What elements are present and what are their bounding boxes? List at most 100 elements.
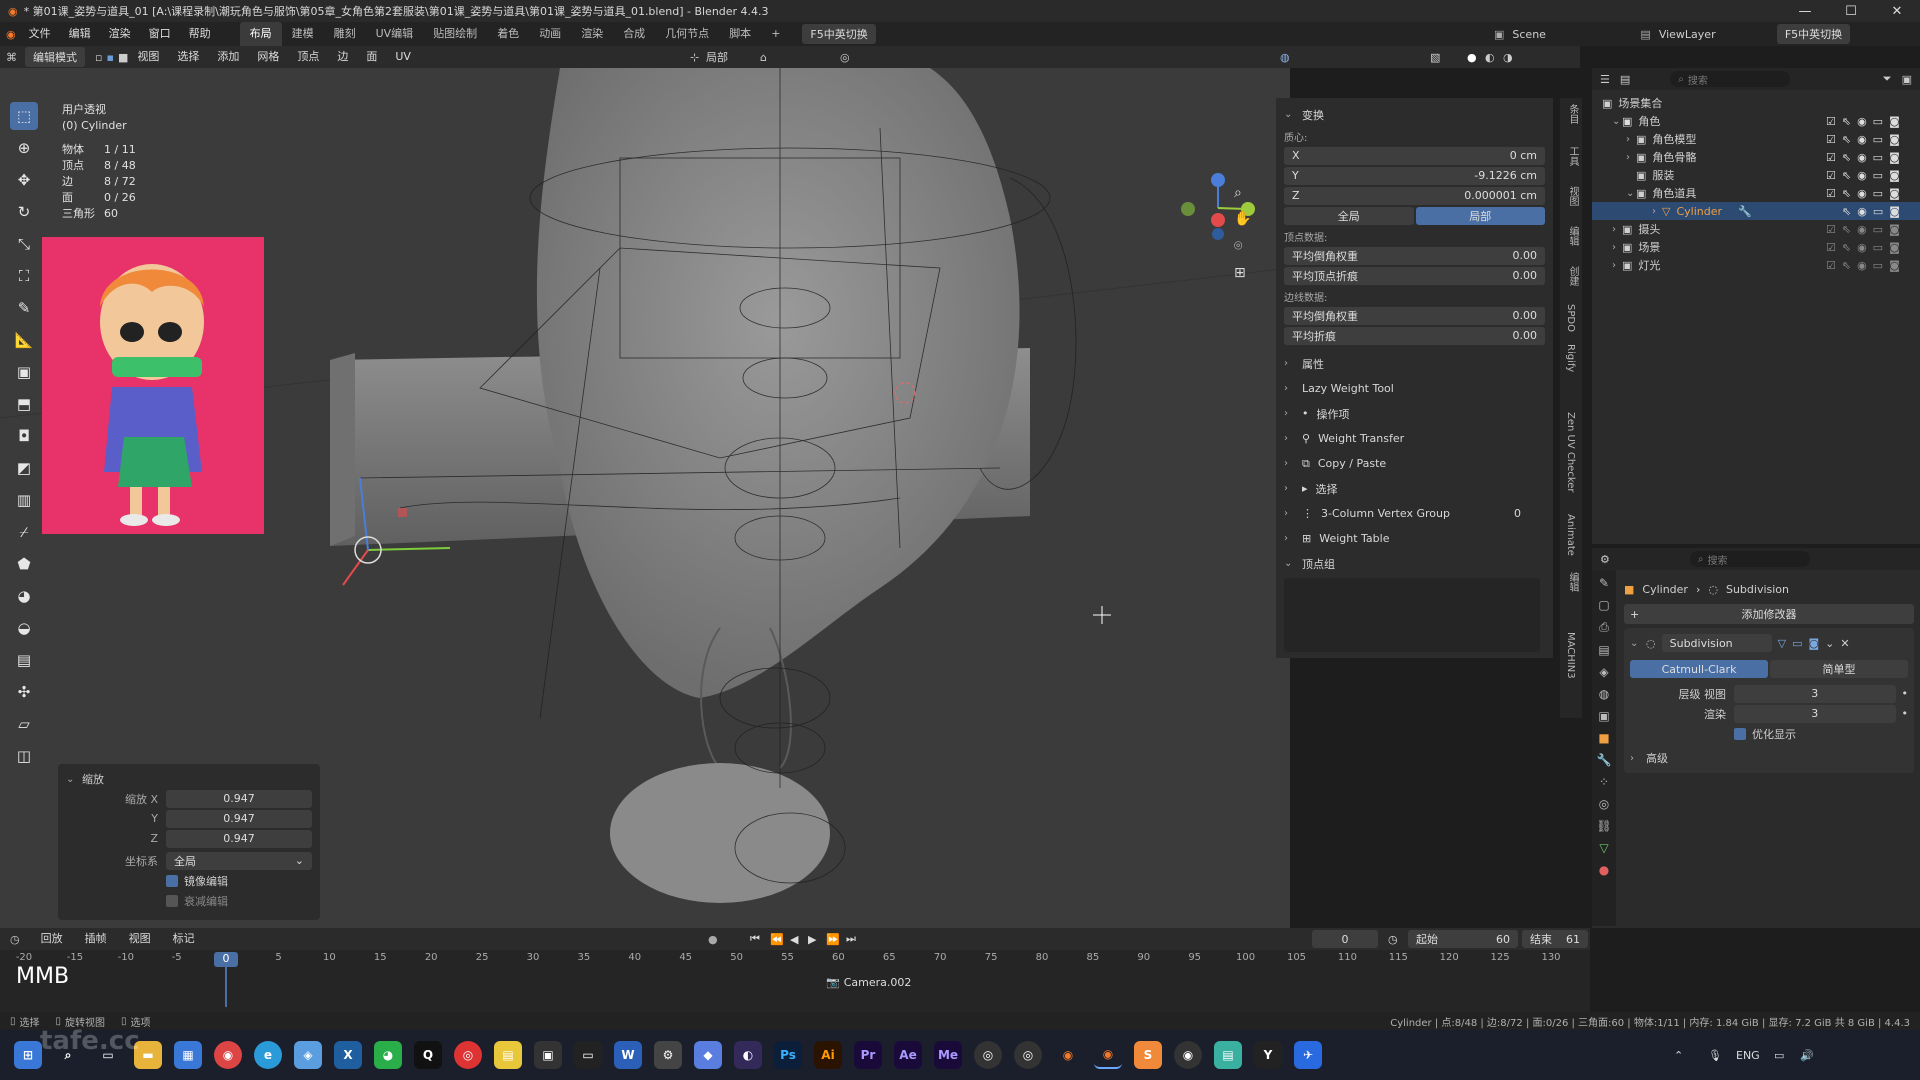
- timeline-menu-marker[interactable]: 标记: [164, 927, 204, 951]
- ime-toggle-button[interactable]: F5中英切换: [802, 24, 876, 44]
- workspace-tab-shading[interactable]: 着色: [487, 22, 529, 46]
- render-levels-field[interactable]: 3: [1734, 704, 1896, 723]
- transform-header[interactable]: 变换: [1302, 107, 1324, 123]
- close-icon[interactable]: ✕: [1840, 637, 1849, 650]
- minimize-icon[interactable]: —: [1782, 0, 1828, 22]
- terminal-icon[interactable]: ▭: [574, 1041, 602, 1069]
- filter-icon[interactable]: ⏷: [1883, 72, 1892, 86]
- row-toggles[interactable]: ⇖◉▭◙: [1842, 205, 1906, 218]
- annotate-icon[interactable]: ✎: [10, 294, 38, 322]
- chevron-right-icon[interactable]: ›: [1284, 433, 1294, 444]
- chrome2-icon[interactable]: ◉: [1174, 1041, 1202, 1069]
- tray-chevron-icon[interactable]: ⌃: [1674, 1049, 1683, 1062]
- tab-zen-uv[interactable]: Zen UV Checker: [1565, 412, 1576, 493]
- poly-build-icon[interactable]: ⬟: [10, 550, 38, 578]
- chevron-right-icon[interactable]: ›: [1284, 483, 1294, 494]
- outliner-row-lights[interactable]: › ▣ 灯光 ☑⇖◉▭◙: [1592, 256, 1920, 274]
- notepad-icon[interactable]: ▤: [1214, 1041, 1242, 1069]
- ime-toggle-button-right[interactable]: F5中英切换: [1776, 24, 1851, 44]
- move-icon[interactable]: ✥: [10, 166, 38, 194]
- edit-mode-icon[interactable]: ▽: [1778, 637, 1786, 650]
- notes-icon[interactable]: ▤: [494, 1041, 522, 1069]
- checkbox-checked-icon[interactable]: [1734, 727, 1746, 740]
- render-tab-icon[interactable]: ▢: [1598, 598, 1609, 612]
- mode-dropdown[interactable]: 编辑模式: [25, 47, 85, 67]
- outliner-search[interactable]: ⌕ 搜索: [1670, 71, 1791, 87]
- chevron-right-icon[interactable]: ›: [1612, 260, 1622, 271]
- add-workspace-icon[interactable]: +: [761, 22, 790, 46]
- shading-render-icon[interactable]: ◑: [1503, 51, 1513, 64]
- chevron-right-icon[interactable]: ›: [1612, 242, 1622, 253]
- pan-hand-icon[interactable]: ✋: [1234, 211, 1251, 227]
- scale-z-field[interactable]: 0.947: [166, 829, 312, 848]
- select-mode-vertex-icon[interactable]: ▫: [95, 51, 102, 64]
- tab-create[interactable]: 创建: [1565, 266, 1580, 286]
- world-tab-icon[interactable]: ◍: [1599, 687, 1609, 701]
- pivot-dropdown[interactable]: 局部: [706, 49, 728, 65]
- photoshop-icon[interactable]: Ps: [774, 1041, 802, 1069]
- vertex-crease-field[interactable]: 平均顶点折痕 0.00: [1284, 266, 1545, 285]
- spin-icon[interactable]: ◕: [10, 582, 38, 610]
- chevron-right-icon[interactable]: ›: [1284, 533, 1294, 544]
- tab-rigify[interactable]: Rigify: [1565, 344, 1576, 372]
- start-frame-field[interactable]: 起始 60: [1408, 930, 1518, 948]
- qq-icon[interactable]: Q: [414, 1041, 442, 1069]
- select-mode-edge-icon[interactable]: ▪: [106, 51, 113, 64]
- workspace-tab-uv[interactable]: UV编辑: [366, 22, 424, 46]
- shading-material-icon[interactable]: ◐: [1485, 51, 1495, 64]
- xray-icon[interactable]: ▧: [1430, 51, 1440, 64]
- row-toggles[interactable]: ☑⇖◉▭◙: [1826, 259, 1906, 272]
- vh-menu-vertex[interactable]: 顶点: [288, 45, 328, 69]
- viewport-display-icon[interactable]: ▭: [1792, 637, 1802, 650]
- after-effects-icon[interactable]: Ae: [894, 1041, 922, 1069]
- timeline-menu-view[interactable]: 视图: [120, 927, 160, 951]
- chevron-right-icon[interactable]: ›: [1626, 152, 1636, 163]
- transform-icon[interactable]: ⛶: [10, 262, 38, 290]
- obs-icon[interactable]: ◎: [974, 1041, 1002, 1069]
- modifier-name-field[interactable]: Subdivision: [1661, 634, 1772, 652]
- workspace-tab-sculpting[interactable]: 雕刻: [324, 22, 366, 46]
- obs2-icon[interactable]: ◎: [1014, 1041, 1042, 1069]
- tab-view[interactable]: 视图: [1565, 186, 1580, 206]
- modifier-tab-icon[interactable]: 🔧: [1597, 753, 1612, 767]
- chevron-down-icon[interactable]: ⌄: [1630, 638, 1640, 649]
- ortho-grid-icon[interactable]: ⊞: [1234, 265, 1246, 281]
- chevron-right-icon[interactable]: ›: [1284, 508, 1294, 519]
- windows-start-icon[interactable]: ⊞: [14, 1041, 42, 1069]
- record-icon[interactable]: ●: [708, 933, 718, 946]
- clock-icon[interactable]: ◷: [1388, 933, 1398, 946]
- timeline-menu-playback[interactable]: 回放: [32, 927, 72, 951]
- outliner-type-icon[interactable]: ☰: [1600, 73, 1610, 86]
- close-icon[interactable]: ✕: [1874, 0, 1920, 22]
- workspace-tab-geometry-nodes[interactable]: 几何节点: [655, 22, 719, 46]
- checkbox-checked-icon[interactable]: [166, 874, 178, 887]
- shading-solid-icon[interactable]: ●: [1467, 51, 1477, 64]
- chevron-right-icon[interactable]: ›: [1284, 458, 1294, 469]
- end-frame-field[interactable]: 结束 61: [1522, 930, 1588, 948]
- illustrator-icon[interactable]: Ai: [814, 1041, 842, 1069]
- chevron-right-icon[interactable]: ›: [1284, 358, 1294, 369]
- timeline-editor-icon[interactable]: ◷: [10, 933, 20, 946]
- section-weight-table[interactable]: Weight Table: [1319, 532, 1389, 545]
- row-toggles[interactable]: ☑⇖◉▭◙: [1826, 223, 1906, 236]
- vh-menu-uv[interactable]: UV: [386, 45, 420, 69]
- tab-tool[interactable]: 工具: [1565, 146, 1580, 166]
- overlay-icon[interactable]: ◍: [1280, 51, 1290, 64]
- collection-tab-icon[interactable]: ▣: [1598, 709, 1609, 723]
- select-mode-face-icon[interactable]: ■: [118, 51, 128, 64]
- tab-edit-2[interactable]: 编辑: [1565, 572, 1580, 592]
- settings-icon[interactable]: ⚙: [654, 1041, 682, 1069]
- outliner-row-props[interactable]: ⌄ ▣ 角色道具 ☑⇖◉▭◙: [1592, 184, 1920, 202]
- section-vertex-groups[interactable]: 顶点组: [1302, 556, 1335, 572]
- outliner-row-cylinder[interactable]: › ▽ Cylinder 🔧 ⇖◉▭◙: [1592, 202, 1920, 220]
- current-frame-field[interactable]: 0: [1312, 930, 1378, 948]
- row-toggles[interactable]: ☑⇖◉▭◙: [1826, 133, 1906, 146]
- simple-toggle[interactable]: 简单型: [1770, 660, 1908, 678]
- volume-icon[interactable]: 🔊: [1800, 1049, 1814, 1062]
- tab-machin3[interactable]: MACHIN3: [1565, 632, 1576, 679]
- add-cube-icon[interactable]: ▣: [10, 358, 38, 386]
- global-toggle[interactable]: 全局: [1284, 206, 1414, 225]
- play-reverse-icon[interactable]: ◀: [790, 933, 798, 946]
- chevron-right-icon[interactable]: ›: [1612, 224, 1622, 235]
- edge-crease-field[interactable]: 平均折痕 0.00: [1284, 326, 1545, 345]
